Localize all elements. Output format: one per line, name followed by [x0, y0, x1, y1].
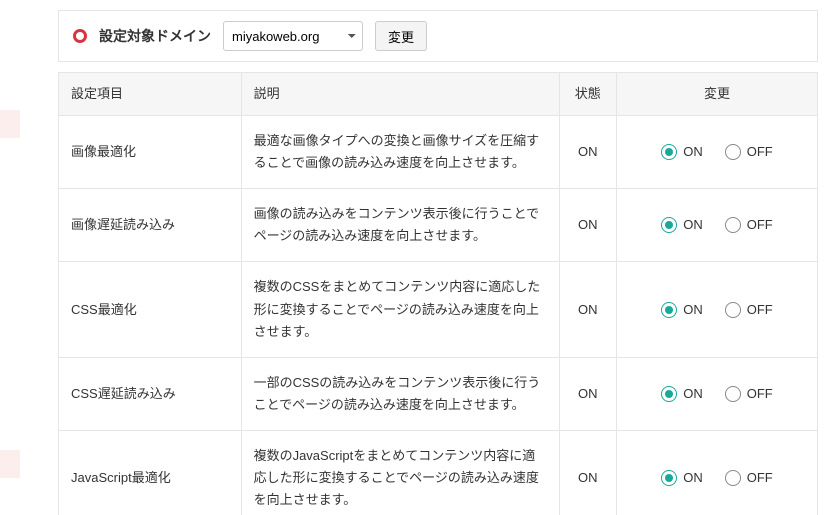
radio-circle-icon — [661, 386, 677, 402]
setting-item-name: 画像遅延読み込み — [59, 189, 242, 262]
settings-table: 設定項目 説明 状態 変更 画像最適化最適な画像タイプへの変換と画像サイズを圧縮… — [58, 72, 818, 515]
setting-description: 一部のCSSの読み込みをコンテンツ表示後に行うことでページの読み込み速度を向上さ… — [241, 357, 559, 430]
setting-item-name: 画像最適化 — [59, 116, 242, 189]
radio-label: OFF — [747, 467, 773, 489]
setting-status: ON — [559, 430, 616, 515]
radio-label: ON — [683, 214, 703, 236]
domain-change-button[interactable]: 変更 — [375, 21, 427, 51]
radio-circle-icon — [661, 144, 677, 160]
radio-off[interactable]: OFF — [725, 467, 773, 489]
table-row: 画像遅延読み込み画像の読み込みをコンテンツ表示後に行うことでページの読み込み速度… — [59, 189, 818, 262]
domain-target-row: 設定対象ドメイン miyakoweb.org 変更 — [58, 10, 818, 62]
radio-off[interactable]: OFF — [725, 383, 773, 405]
setting-status: ON — [559, 189, 616, 262]
table-row: 画像最適化最適な画像タイプへの変換と画像サイズを圧縮することで画像の読み込み速度… — [59, 116, 818, 189]
radio-circle-icon — [725, 386, 741, 402]
setting-item-name: JavaScript最適化 — [59, 430, 242, 515]
setting-change-cell: ON OFF — [616, 357, 817, 430]
radio-on[interactable]: ON — [661, 467, 703, 489]
radio-circle-icon — [661, 217, 677, 233]
radio-group: ON OFF — [629, 467, 805, 489]
setting-status: ON — [559, 116, 616, 189]
setting-change-cell: ON OFF — [616, 189, 817, 262]
radio-circle-icon — [725, 302, 741, 318]
radio-circle-icon — [725, 217, 741, 233]
radio-off[interactable]: OFF — [725, 299, 773, 321]
table-row: JavaScript最適化複数のJavaScriptをまとめてコンテンツ内容に適… — [59, 430, 818, 515]
radio-on[interactable]: ON — [661, 141, 703, 163]
radio-label: OFF — [747, 214, 773, 236]
setting-item-name: CSS最適化 — [59, 262, 242, 357]
radio-label: ON — [683, 141, 703, 163]
table-header-row: 設定項目 説明 状態 変更 — [59, 73, 818, 116]
radio-group: ON OFF — [629, 214, 805, 236]
gutter-highlight — [0, 110, 20, 138]
radio-label: OFF — [747, 299, 773, 321]
setting-item-name: CSS遅延読み込み — [59, 357, 242, 430]
setting-description: 複数のJavaScriptをまとめてコンテンツ内容に適応した形に変換することでペ… — [241, 430, 559, 515]
setting-description: 複数のCSSをまとめてコンテンツ内容に適応した形に変換することでページの読み込み… — [241, 262, 559, 357]
table-row: CSS最適化複数のCSSをまとめてコンテンツ内容に適応した形に変換することでペー… — [59, 262, 818, 357]
radio-label: ON — [683, 299, 703, 321]
header-item: 設定項目 — [59, 73, 242, 116]
left-gutter — [0, 0, 24, 515]
setting-description: 最適な画像タイプへの変換と画像サイズを圧縮することで画像の読み込み速度を向上させ… — [241, 116, 559, 189]
table-row: CSS遅延読み込み一部のCSSの読み込みをコンテンツ表示後に行うことでページの読… — [59, 357, 818, 430]
radio-group: ON OFF — [629, 383, 805, 405]
radio-label: ON — [683, 467, 703, 489]
gutter-highlight — [0, 450, 20, 478]
radio-circle-icon — [725, 470, 741, 486]
radio-group: ON OFF — [629, 299, 805, 321]
header-status: 状態 — [559, 73, 616, 116]
domain-target-label: 設定対象ドメイン — [99, 26, 211, 46]
radio-off[interactable]: OFF — [725, 141, 773, 163]
circle-icon — [73, 29, 87, 43]
header-description: 説明 — [241, 73, 559, 116]
domain-select[interactable]: miyakoweb.org — [223, 21, 363, 51]
radio-label: OFF — [747, 383, 773, 405]
radio-on[interactable]: ON — [661, 214, 703, 236]
setting-change-cell: ON OFF — [616, 430, 817, 515]
setting-change-cell: ON OFF — [616, 262, 817, 357]
radio-label: OFF — [747, 141, 773, 163]
setting-status: ON — [559, 262, 616, 357]
setting-status: ON — [559, 357, 616, 430]
radio-off[interactable]: OFF — [725, 214, 773, 236]
setting-description: 画像の読み込みをコンテンツ表示後に行うことでページの読み込み速度を向上させます。 — [241, 189, 559, 262]
radio-label: ON — [683, 383, 703, 405]
radio-on[interactable]: ON — [661, 299, 703, 321]
radio-on[interactable]: ON — [661, 383, 703, 405]
radio-circle-icon — [661, 302, 677, 318]
radio-circle-icon — [661, 470, 677, 486]
header-change: 変更 — [616, 73, 817, 116]
radio-group: ON OFF — [629, 141, 805, 163]
radio-circle-icon — [725, 144, 741, 160]
setting-change-cell: ON OFF — [616, 116, 817, 189]
